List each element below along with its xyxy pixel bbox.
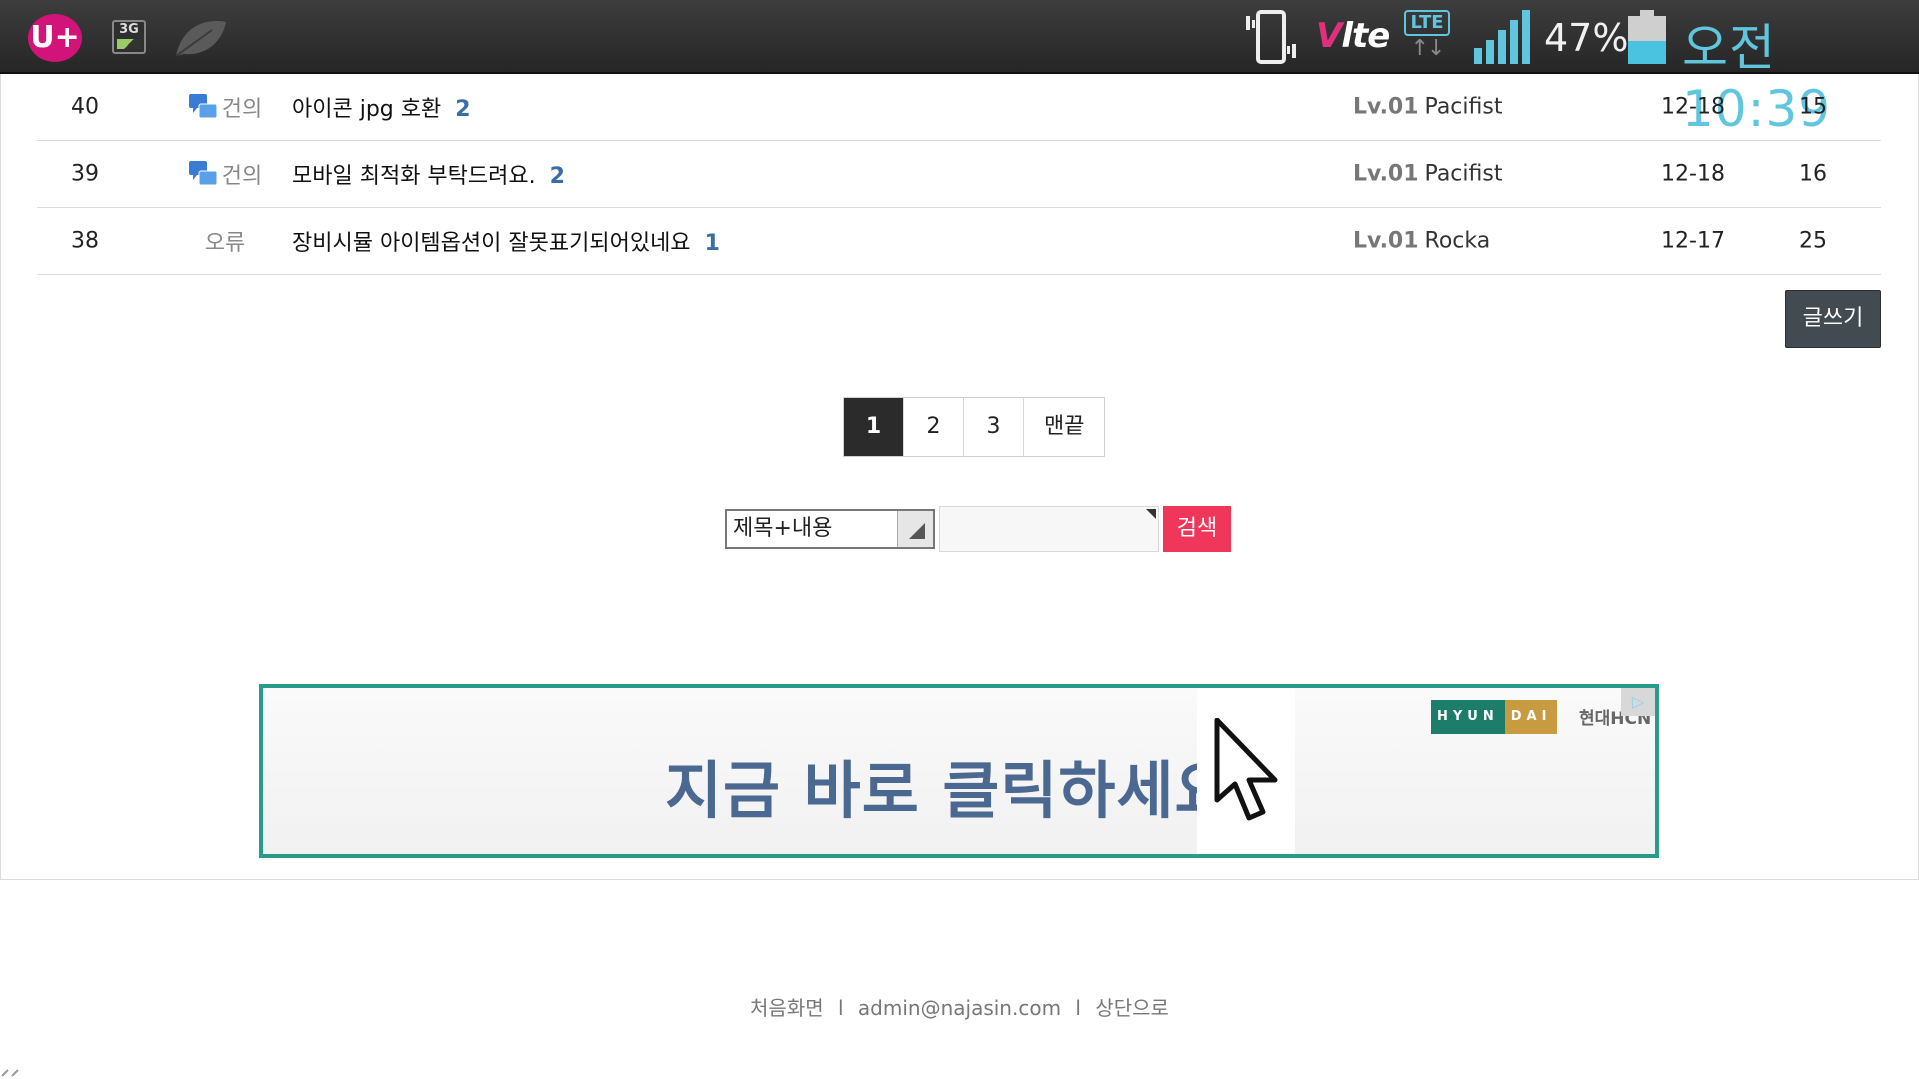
eco-leaf-icon [175,21,226,57]
table-row[interactable]: 38 오류 장비시뮬 아이템옵션이 잘못표기되어있네요 1 Lv.01 Rocka 12-1… [37,208,1881,275]
post-category-label: 건의 [221,97,263,122]
post-number: 40 [71,94,99,120]
post-hits: 25 [1799,228,1827,254]
ad-banner[interactable]: 지금 바로 클릭하세요! HYUN DAI 현대HCN ▷ [259,684,1659,858]
network-3g-label: 3G [119,22,139,37]
post-hits: 16 [1799,161,1827,187]
post-category-label: 건의 [221,164,263,189]
chat-icon [188,92,218,122]
post-number: 39 [71,161,99,187]
lte-data-icon: LTE ↑↓ [1404,10,1450,66]
author-name[interactable]: Pacifist [1425,95,1503,120]
post-category: 건의 [165,91,285,123]
last-page-button[interactable]: 맨끝 [1024,398,1105,456]
post-title-link[interactable]: 아이콘 jpg 호환 2 [292,91,471,123]
network-3g-icon: 3G [112,20,146,54]
battery-percent: 47% [1544,16,1629,60]
pagination: 1 2 3 맨끝 [843,397,1106,457]
comment-count: 2 [455,97,471,122]
post-author[interactable]: Lv.01 Pacifist [1353,95,1502,120]
ad-headline: 지금 바로 클릭하세요! [665,754,1262,827]
mouse-cursor-icon [1214,718,1278,821]
author-name[interactable]: Rocka [1425,229,1491,254]
adchoices-icon[interactable]: ▷ [1621,688,1655,716]
table-row[interactable]: 40 건의 아이콘 jpg 호환 2 Lv.01 Pacifist 12-18 15 [37,74,1881,141]
post-category: 건의 [165,158,285,190]
search-scope-select[interactable]: 제목+내용 [725,509,935,549]
post-title-link[interactable]: 모바일 최적화 부탁드려요. 2 [292,158,565,190]
post-date: 12-18 [1661,94,1725,120]
post-title[interactable]: 아이콘 jpg 호환 [292,97,441,122]
battery-icon [1628,10,1666,64]
lte-label: LTE [1404,10,1450,36]
search-scope-value: 제목+내용 [733,516,833,541]
post-number: 38 [71,228,99,254]
post-title[interactable]: 모바일 최적화 부탁드려요. [292,164,536,189]
post-category-label: 오류 [204,231,246,256]
post-author[interactable]: Lv.01 Pacifist [1353,162,1502,187]
comment-count: 2 [549,164,565,189]
post-date: 12-18 [1661,161,1725,187]
page-2-button[interactable]: 2 [904,398,964,456]
search-input[interactable] [939,506,1159,552]
board-list: 40 건의 아이콘 jpg 호환 2 Lv.01 Pacifist 12-18 15 39 건의 모… [37,74,1881,275]
footer-separator: l [1075,996,1081,1020]
volte-icon: Vlte [1316,16,1390,56]
chat-icon [188,159,218,189]
page-3-button[interactable]: 3 [964,398,1024,456]
author-level: Lv.01 [1353,94,1419,120]
author-level: Lv.01 [1353,161,1419,187]
signal-strength-icon [1474,10,1530,64]
post-category: 오류 [165,225,285,257]
author-name[interactable]: Pacifist [1425,162,1503,187]
footer-links: 처음화면 l admin@najasin.com l 상단으로 [0,992,1919,1021]
comment-count: 1 [704,231,720,256]
table-row[interactable]: 39 건의 모바일 최적화 부탁드려요. 2 Lv.01 Pacifist 12-18 16 [37,141,1881,208]
vibrate-icon [1246,10,1296,64]
page-content: 40 건의 아이콘 jpg 호환 2 Lv.01 Pacifist 12-18 15 39 건의 모… [0,74,1919,880]
carrier-logo: U+ [28,14,82,62]
dropdown-arrow-icon [897,511,933,547]
footer-separator: l [838,996,844,1020]
post-title[interactable]: 장비시뮬 아이템옵션이 잘못표기되어있네요 [292,231,691,256]
post-author[interactable]: Lv.01 Rocka [1353,229,1490,254]
status-bar: U+ 3G Vlte LTE ↑↓ 47% 오전 10:39 [0,0,1919,138]
footer-home-link[interactable]: 처음화면 [750,996,824,1020]
search-button[interactable]: 검색 [1163,506,1231,552]
footer-top-link[interactable]: 상단으로 [1095,996,1169,1020]
footer-email-link[interactable]: admin@najasin.com [858,996,1061,1020]
author-level: Lv.01 [1353,228,1419,254]
write-post-button[interactable]: 글쓰기 [1785,290,1881,348]
hyundai-logo: HYUN DAI [1431,700,1558,734]
page-1-button[interactable]: 1 [844,398,904,456]
post-hits: 15 [1799,94,1827,120]
post-date: 12-17 [1661,228,1725,254]
post-title-link[interactable]: 장비시뮬 아이템옵션이 잘못표기되어있네요 1 [292,225,720,257]
resize-grip-icon [1,1069,19,1077]
